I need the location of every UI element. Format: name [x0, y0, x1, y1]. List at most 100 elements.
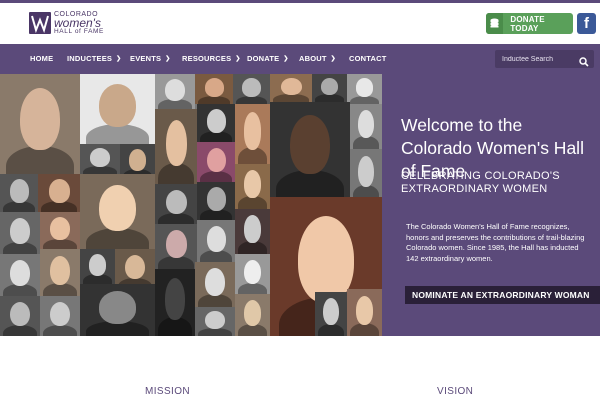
portrait-face [358, 156, 374, 187]
portrait-shoulders [158, 99, 192, 109]
portrait-shoulders [200, 170, 232, 182]
inductee-portrait [0, 174, 38, 212]
inductee-portrait [197, 104, 235, 142]
vision-heading: VISION [437, 386, 474, 397]
inductee-portrait [38, 174, 80, 212]
portrait-shoulders [349, 322, 380, 336]
inductee-portrait [315, 292, 347, 336]
portrait-face [242, 78, 261, 97]
portrait-shoulders [200, 250, 232, 262]
portrait-face [10, 217, 30, 244]
hero-panel: Welcome to the Colorado Women's Hall of … [382, 74, 600, 336]
portrait-shoulders [158, 212, 194, 224]
coins-icon [486, 13, 504, 34]
portrait-face [320, 77, 339, 96]
portrait-shoulders [43, 282, 77, 296]
inductee-portrait [312, 74, 347, 102]
portrait-shoulders [83, 165, 117, 174]
inductee-portrait [270, 102, 350, 197]
portrait-shoulders [43, 324, 77, 336]
inductee-portrait [80, 284, 155, 336]
portrait-face [243, 215, 262, 244]
portrait-shoulders [3, 242, 37, 254]
mission-heading: MISSION [145, 386, 191, 397]
nav-label-resources: RESOURCES [182, 54, 232, 63]
logo-wordmark: COLORADO women's HALL of FAME [54, 11, 104, 36]
inductee-portrait [235, 254, 270, 294]
inductee-portrait [155, 74, 195, 109]
inductee-portrait [197, 142, 235, 182]
portrait-shoulders [237, 196, 268, 209]
portrait-face [243, 299, 262, 326]
portrait-face [206, 187, 226, 211]
portrait-face [10, 259, 30, 286]
inductee-portrait [233, 74, 270, 104]
logo-line-3: HALL of FAME [54, 28, 104, 35]
portrait-shoulders [86, 124, 149, 144]
nav-item-about[interactable]: ABOUT ❯ [299, 44, 336, 74]
portrait-face [355, 295, 374, 325]
inductee-portrait [80, 144, 120, 174]
inductee-portrait [235, 294, 270, 336]
inductee-portrait [270, 74, 312, 102]
nominate-button[interactable]: NOMINATE AN EXTRAORDINARY WOMAN [405, 286, 600, 304]
portrait-shoulders [237, 324, 268, 336]
inductee-portrait [235, 104, 270, 164]
portrait-face [48, 179, 70, 203]
portrait-face [323, 298, 339, 326]
search-icon[interactable] [579, 54, 589, 72]
portrait-face [90, 148, 110, 167]
nav-label-inductees: INDUCTEES [67, 54, 113, 63]
inductee-portrait [155, 184, 197, 224]
portrait-shoulders [198, 95, 230, 104]
nav-item-inductees[interactable]: INDUCTEES ❯ [67, 44, 121, 74]
inductee-portrait [235, 164, 270, 209]
inductee-portrait [80, 74, 155, 144]
portrait-face [88, 253, 107, 276]
portrait-shoulders [3, 324, 37, 336]
nav-label-events: EVENTS [130, 54, 162, 63]
chevron-down-icon: ❯ [330, 56, 336, 62]
portrait-face [206, 225, 226, 252]
portrait-face [98, 83, 137, 128]
portrait-face [9, 179, 29, 203]
portrait-face [165, 189, 187, 215]
portrait-face [165, 278, 185, 320]
inductee-portrait [195, 307, 235, 336]
inductee-portrait [40, 212, 80, 249]
inductee-search-input[interactable] [495, 50, 575, 68]
portrait-face [206, 109, 226, 133]
inductee-portrait [115, 249, 155, 289]
portrait-shoulders [41, 201, 77, 212]
portrait-shoulders [237, 282, 268, 294]
hero-subtitle: CELEBRATING COLORADO'S EXTRAORDINARY WOM… [401, 170, 560, 195]
portrait-shoulders [352, 136, 380, 149]
nav-label-donate: DONATE [247, 54, 280, 63]
portrait-face [165, 119, 187, 166]
donate-today-button[interactable]: DONATE TODAY [486, 13, 573, 34]
nav-item-contact[interactable]: CONTACT [349, 44, 387, 74]
portrait-shoulders [198, 327, 232, 336]
site-logo[interactable]: COLORADO women's HALL of FAME [29, 11, 104, 36]
inductee-portrait [235, 209, 270, 254]
portrait-face [204, 78, 224, 97]
nav-item-events[interactable]: EVENTS ❯ [130, 44, 170, 74]
inductee-portrait [0, 296, 40, 336]
portrait-face [165, 230, 187, 259]
portrait-face [243, 259, 262, 285]
nav-item-donate[interactable]: DONATE ❯ [247, 44, 289, 74]
inductee-portrait [0, 74, 80, 174]
facebook-icon[interactable]: f [577, 13, 596, 34]
portrait-face [125, 254, 145, 280]
portrait-shoulders [200, 131, 232, 142]
portrait-shoulders [317, 323, 345, 336]
inductee-search [495, 50, 594, 68]
nav-item-resources[interactable]: RESOURCES ❯ [182, 44, 241, 74]
inductee-portrait [195, 262, 235, 307]
nav-item-home[interactable]: HOME [30, 44, 53, 74]
inductee-portrait [195, 74, 233, 104]
portrait-shoulders [235, 95, 268, 104]
portrait-shoulders [349, 95, 380, 104]
inductee-portrait [0, 212, 40, 254]
portrait-face [50, 217, 70, 241]
